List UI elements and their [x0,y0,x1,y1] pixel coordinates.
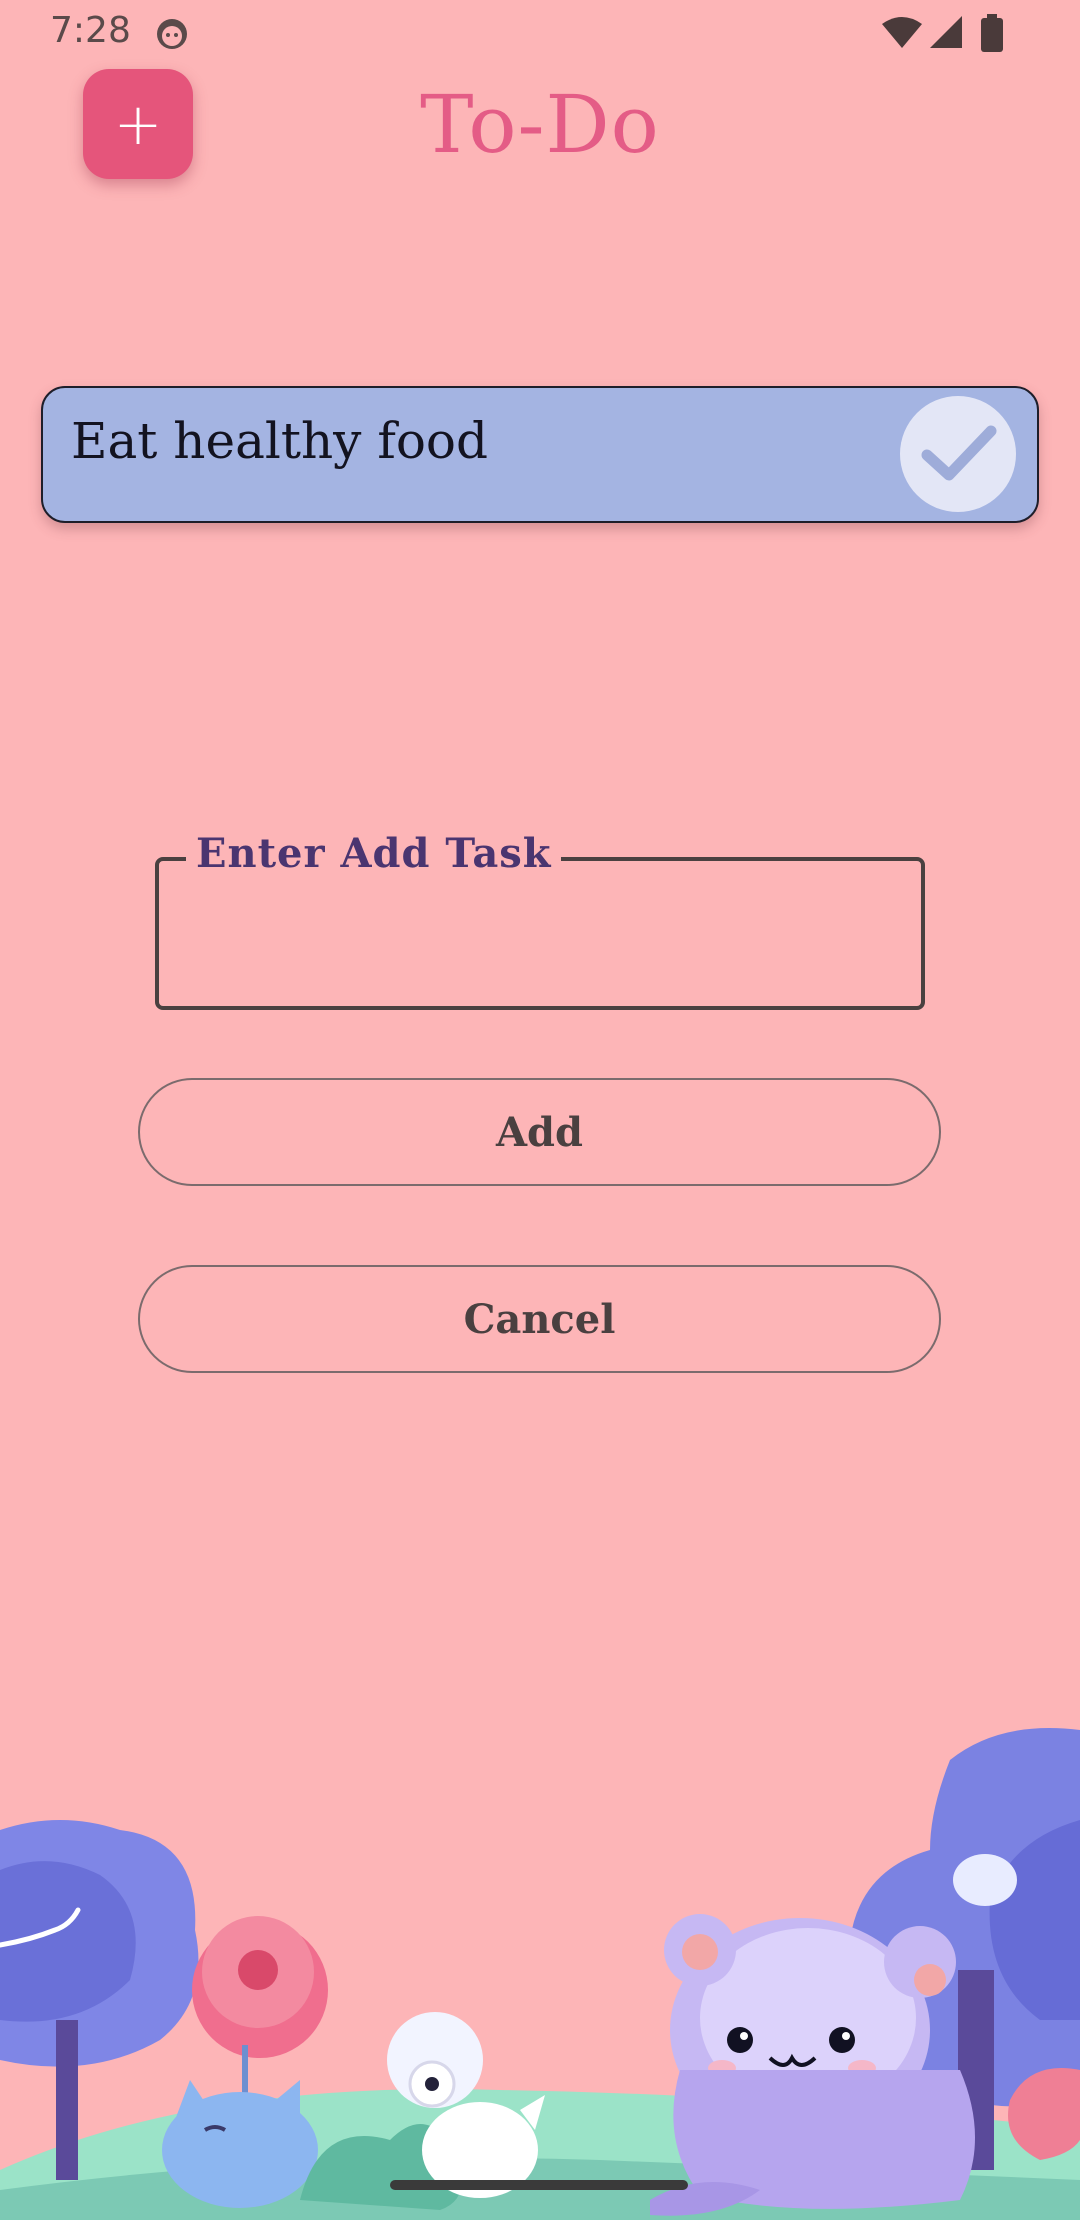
task-item[interactable]: Eat healthy food [41,386,1039,523]
task-complete-button[interactable] [900,396,1016,512]
add-button-label: Add [496,1108,583,1156]
task-input[interactable] [175,890,905,980]
signal-icon [930,16,962,48]
cancel-button[interactable]: Cancel [138,1265,941,1373]
cancel-button-label: Cancel [463,1295,616,1343]
battery-icon [981,14,1003,52]
cute-animals-forest-illustration [0,1728,1080,2220]
app-screen: 7:28 + To-Do Eat healthy food Enter Add … [0,0,1080,2220]
home-indicator[interactable] [390,2180,688,2190]
status-bar: 7:28 [0,0,1080,66]
add-task-fab[interactable]: + [83,69,193,179]
status-time: 7:28 [50,10,131,51]
page-title: To-Do [420,78,660,171]
plus-icon: + [113,90,163,158]
app-face-icon [157,19,187,49]
add-button[interactable]: Add [138,1078,941,1186]
checkmark-icon [921,425,997,481]
task-text: Eat healthy food [71,412,489,470]
task-input-label: Enter Add Task [186,830,562,877]
wifi-icon [882,17,922,48]
